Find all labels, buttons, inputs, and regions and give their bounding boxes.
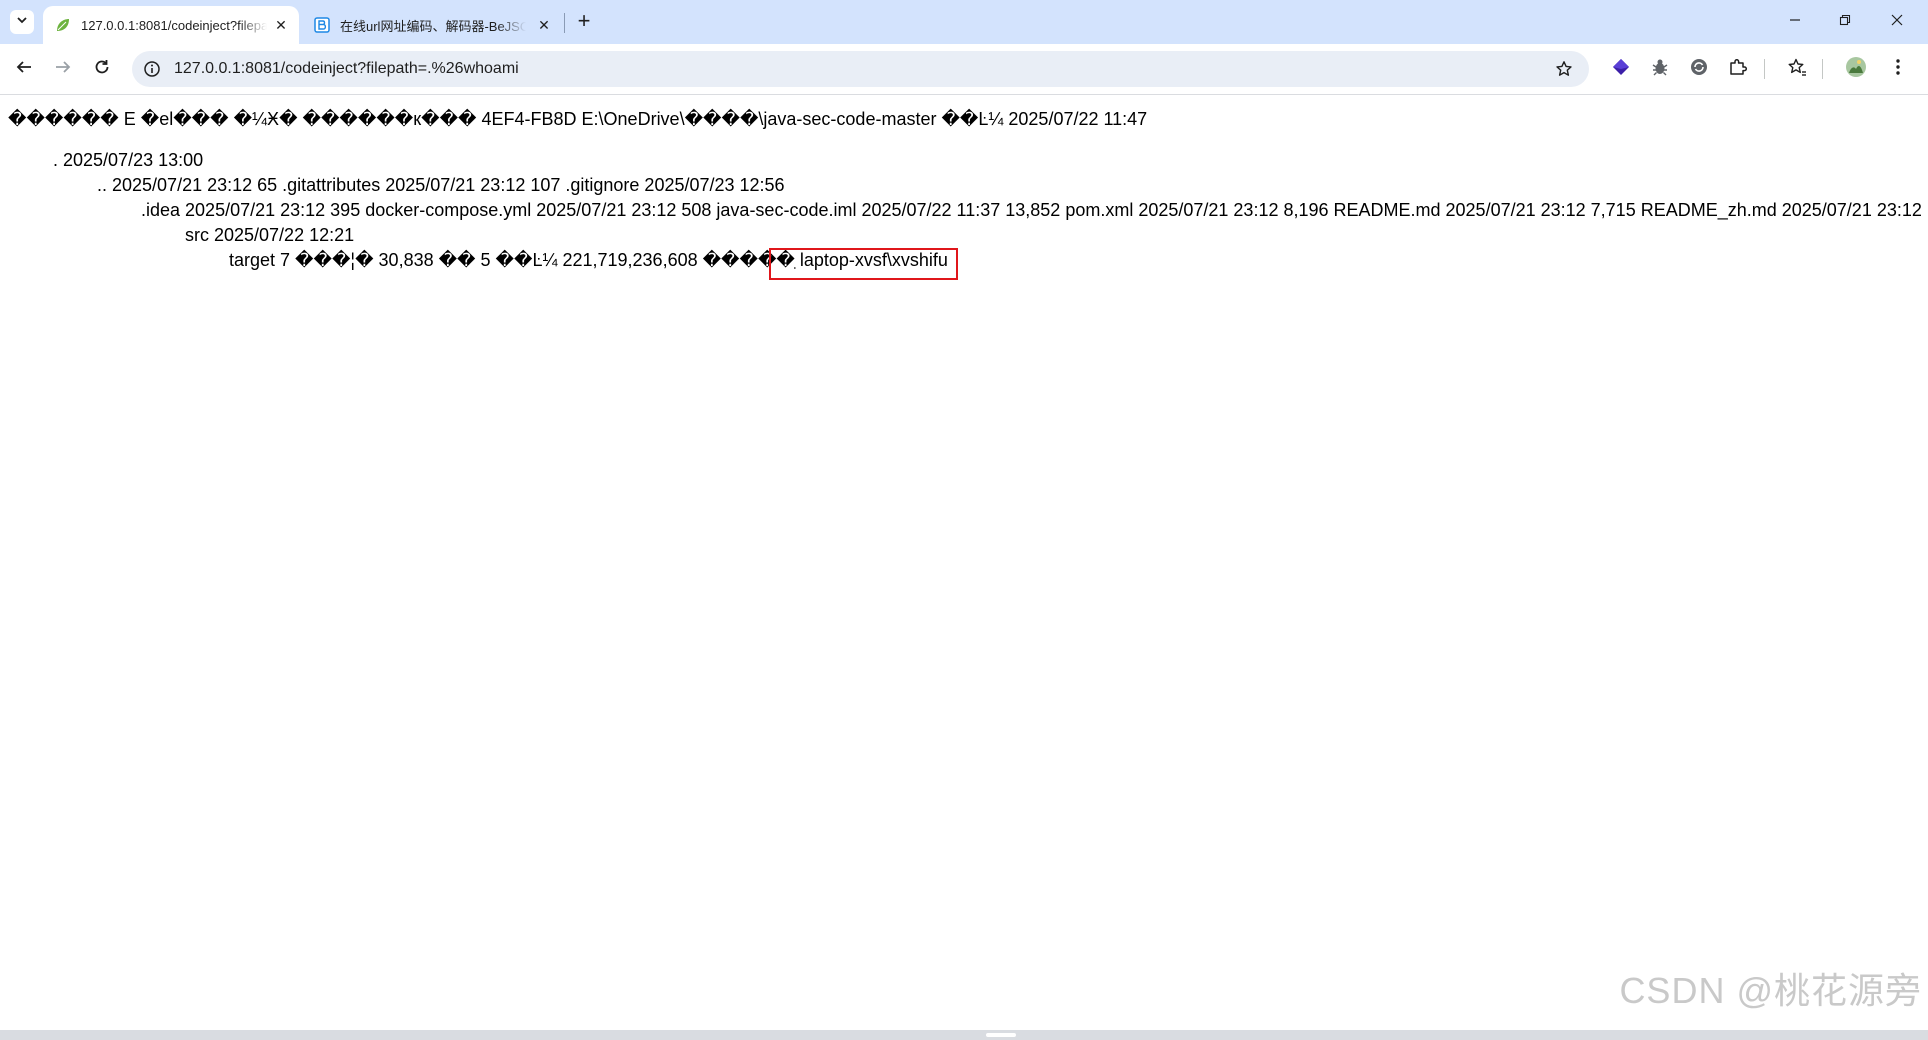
address-bar[interactable]: 127.0.0.1:8081/codeinject?filepath=.%26w… <box>132 51 1589 87</box>
chevron-down-icon <box>16 13 28 31</box>
tab-search-button[interactable] <box>10 10 34 34</box>
bottom-bar <box>0 1030 1928 1040</box>
extension-button[interactable] <box>1648 57 1672 81</box>
arrow-right-icon <box>54 58 72 81</box>
toolbar-divider <box>1764 59 1765 79</box>
cube-extension-icon <box>1611 57 1631 82</box>
output-line: . 2025/07/23 13:00 <box>53 150 204 170</box>
tab-codeinject[interactable]: 127.0.0.1:8081/codeinject?filepath=.%26w… <box>43 6 299 44</box>
forward-button[interactable] <box>49 55 77 83</box>
extension-button[interactable] <box>1687 57 1711 81</box>
leaf-icon <box>55 17 71 33</box>
browser-window: 127.0.0.1:8081/codeinject?filepath=.%26w… <box>0 0 1928 1040</box>
new-tab-button[interactable]: + <box>572 10 596 34</box>
star-list-icon <box>1787 57 1807 82</box>
avatar <box>1845 56 1867 83</box>
url-text[interactable]: 127.0.0.1:8081/codeinject?filepath=.%26w… <box>174 51 519 87</box>
restore-icon <box>1839 13 1851 31</box>
back-button[interactable] <box>10 55 38 83</box>
minimize-icon <box>1789 13 1801 31</box>
menu-button[interactable] <box>1886 57 1910 81</box>
star-icon[interactable] <box>1553 58 1575 80</box>
close-icon[interactable]: ✕ <box>273 17 289 33</box>
restore-button[interactable] <box>1831 8 1859 36</box>
more-vertical-icon <box>1888 57 1908 82</box>
close-window-button[interactable] <box>1883 8 1911 36</box>
toolbar-divider <box>1822 59 1823 79</box>
bug-icon <box>1650 57 1670 82</box>
bejson-icon <box>314 17 330 33</box>
output-line: .. 2025/07/21 23:12 65 .gitattributes 20… <box>97 175 785 195</box>
extensions-menu-button[interactable] <box>1726 57 1750 81</box>
tab-bejson[interactable]: 在线url网址编码、解码器-BeJSON.com ✕ <box>304 6 562 44</box>
refresh-circle-icon <box>1689 57 1709 82</box>
tab-strip: 127.0.0.1:8081/codeinject?filepath=.%26w… <box>0 0 1928 44</box>
profile-button[interactable] <box>1844 56 1868 83</box>
output-line: src 2025/07/22 12:21 <box>185 225 355 245</box>
navigation-toolbar: 127.0.0.1:8081/codeinject?filepath=.%26w… <box>0 44 1928 95</box>
extension-button[interactable] <box>1609 57 1633 81</box>
highlight-annotation <box>769 248 958 280</box>
tab-title: 在线url网址编码、解码器-BeJSON.com <box>340 18 526 34</box>
tab-title: 127.0.0.1:8081/codeinject?filepath=.%26w… <box>81 17 267 33</box>
puzzle-icon <box>1728 57 1748 82</box>
close-icon <box>1890 13 1904 32</box>
close-icon[interactable]: ✕ <box>536 17 552 33</box>
minimize-button[interactable] <box>1781 8 1809 36</box>
output-line: .idea 2025/07/21 23:12 395 docker-compos… <box>141 200 1922 220</box>
tab-divider <box>564 13 565 33</box>
reload-button[interactable] <box>88 55 116 83</box>
info-icon[interactable] <box>141 58 163 80</box>
output-line: ������ E �el��� �¼Ӿ� ������к��� 4EF4-FB8… <box>8 109 1148 129</box>
bookmarks-button[interactable] <box>1785 57 1809 81</box>
scroll-handle[interactable] <box>986 1033 1016 1037</box>
watermark: CSDN @桃花源旁 <box>1619 970 1922 1011</box>
arrow-left-icon <box>15 58 33 81</box>
reload-icon <box>93 58 111 81</box>
page-content: ������ E �el��� �¼Ӿ� ������к��� 4EF4-FB8… <box>0 95 1928 1030</box>
